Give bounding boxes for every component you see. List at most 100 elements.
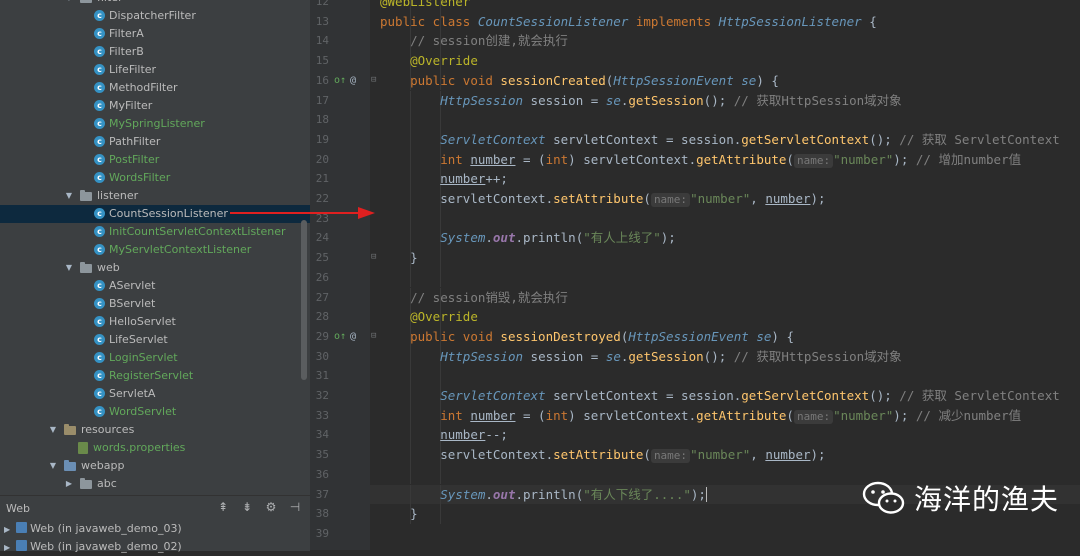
- tree-folder-item[interactable]: ▶ abc: [0, 475, 310, 493]
- tree-scrollbar[interactable]: [301, 220, 307, 380]
- tree-file-item[interactable]: c BServlet: [0, 295, 310, 313]
- code-token: (: [643, 447, 651, 463]
- tree-file-item[interactable]: c ServletA: [0, 385, 310, 403]
- gutter-line[interactable]: 38: [310, 504, 370, 524]
- gutter-line[interactable]: 17: [310, 91, 370, 111]
- code-line[interactable]: @Override: [370, 51, 1080, 71]
- code-line[interactable]: }: [370, 248, 1080, 268]
- code-line[interactable]: @WebListener: [370, 0, 1080, 12]
- collapse-all-icon[interactable]: ⇟: [240, 500, 254, 514]
- implements-method-icon[interactable]: o↑: [334, 327, 346, 347]
- gutter-line[interactable]: 24: [310, 228, 370, 248]
- tree-folder-item[interactable]: ▼ resources: [0, 421, 310, 439]
- gutter-line[interactable]: 39: [310, 524, 370, 544]
- code-line[interactable]: System.out.println("有人上线了");: [370, 228, 1080, 249]
- tree-file-item[interactable]: c PathFilter: [0, 133, 310, 151]
- collapse-arrow-icon[interactable]: ▼: [64, 259, 74, 277]
- code-token: HttpSessionListener: [718, 13, 862, 29]
- code-text: HttpSession session = se.getSession(); /…: [380, 93, 901, 108]
- gutter-line[interactable]: 13: [310, 12, 370, 32]
- tree-file-item[interactable]: c FilterA: [0, 25, 310, 43]
- tree-file-item[interactable]: c LifeFilter: [0, 61, 310, 79]
- code-line[interactable]: int number = (int) servletContext.getAtt…: [370, 405, 1080, 426]
- tree-file-item[interactable]: c InitCountServletContextListener: [0, 223, 310, 241]
- code-line[interactable]: [370, 366, 1080, 386]
- expand-arrow-icon[interactable]: ▶: [4, 525, 10, 534]
- gutter-line[interactable]: 12: [310, 0, 370, 12]
- tree-file-item[interactable]: c WordsFilter: [0, 169, 310, 187]
- tree-file-item[interactable]: c RegisterServlet: [0, 367, 310, 385]
- gutter-line[interactable]: 34: [310, 425, 370, 445]
- tree-file-item[interactable]: c LifeServlet: [0, 331, 310, 349]
- hide-icon[interactable]: ⊣: [288, 500, 302, 514]
- code-line[interactable]: int number = (int) servletContext.getAtt…: [370, 149, 1080, 170]
- collapse-arrow-icon[interactable]: ▼: [64, 0, 74, 7]
- code-line[interactable]: @Override: [370, 307, 1080, 327]
- tree-file-item[interactable]: c HelloServlet: [0, 313, 310, 331]
- gutter-line[interactable]: 32: [310, 386, 370, 406]
- gutter-line[interactable]: 28: [310, 307, 370, 327]
- code-line[interactable]: number--;: [370, 425, 1080, 446]
- code-line[interactable]: // session销毁,就会执行: [370, 287, 1080, 308]
- java-class-icon: c: [94, 226, 105, 237]
- gutter-line[interactable]: 27: [310, 288, 370, 308]
- tree-file-item[interactable]: c DispatcherFilter: [0, 7, 310, 25]
- code-line[interactable]: ServletContext servletContext = session.…: [370, 386, 1080, 406]
- tree-file-item[interactable]: c MyServletContextListener: [0, 241, 310, 259]
- annotation-marker-icon[interactable]: @: [350, 327, 356, 347]
- code-line[interactable]: ServletContext servletContext = session.…: [370, 129, 1080, 150]
- tree-file-item[interactable]: c MethodFilter: [0, 79, 310, 97]
- code-line[interactable]: servletContext.setAttribute(name: "number…: [370, 445, 1080, 465]
- gutter-line[interactable]: 30: [310, 347, 370, 367]
- gutter-line[interactable]: 20: [310, 150, 370, 170]
- tree-file-item[interactable]: c FilterB: [0, 43, 310, 61]
- gutter-line[interactable]: 26: [310, 268, 370, 288]
- code-line[interactable]: [370, 208, 1080, 229]
- code-line[interactable]: public void sessionDestroyed(HttpSession…: [370, 326, 1080, 347]
- gutter-line[interactable]: 19: [310, 130, 370, 150]
- tree-file-item[interactable]: c AServlet: [0, 277, 310, 295]
- expand-arrow-icon[interactable]: ▶: [64, 475, 74, 493]
- expand-arrow-icon[interactable]: ▶: [4, 543, 10, 552]
- gutter-line[interactable]: 35: [310, 445, 370, 465]
- gutter-line[interactable]: 18: [310, 110, 370, 130]
- code-editor[interactable]: */@WebListenerpublic class CountSessionL…: [370, 0, 1080, 550]
- code-line[interactable]: public void sessionCreated(HttpSessionEv…: [370, 70, 1080, 91]
- code-line[interactable]: number++;: [370, 169, 1080, 189]
- tree-file-item[interactable]: c PostFilter: [0, 151, 310, 169]
- gutter-line[interactable]: 33: [310, 406, 370, 426]
- tree-file-item[interactable]: c MyFilter: [0, 97, 310, 115]
- tree-folder-item[interactable]: ▼ webapp: [0, 457, 310, 475]
- expand-all-icon[interactable]: ⇞: [216, 500, 230, 514]
- implements-method-icon[interactable]: o↑: [334, 71, 346, 91]
- gutter-line[interactable]: 36: [310, 465, 370, 485]
- tree-folder-item[interactable]: ▼ web: [0, 259, 310, 277]
- gutter-line[interactable]: 14: [310, 31, 370, 51]
- collapse-arrow-icon[interactable]: ▼: [48, 457, 58, 475]
- tree-file-item[interactable]: c WordServlet: [0, 403, 310, 421]
- tree-folder-item[interactable]: ▼ listener: [0, 187, 310, 205]
- code-line[interactable]: [370, 267, 1080, 288]
- gutter-line[interactable]: 15: [310, 51, 370, 71]
- code-line[interactable]: HttpSession session = se.getSession(); /…: [370, 90, 1080, 111]
- code-line[interactable]: // session创建,就会执行: [370, 31, 1080, 52]
- tree-folder-item[interactable]: ▼ filter: [0, 0, 310, 7]
- web-run-item[interactable]: ▶ Web (in javaweb_demo_03): [0, 520, 182, 537]
- code-line[interactable]: HttpSession session = se.getSession(); /…: [370, 346, 1080, 367]
- tree-file-item[interactable]: words.properties: [0, 439, 310, 457]
- collapse-arrow-icon[interactable]: ▼: [64, 187, 74, 205]
- tree-file-item[interactable]: c LoginServlet: [0, 349, 310, 367]
- gutter-line[interactable]: 21: [310, 169, 370, 189]
- tree-file-item[interactable]: c MySpringListener: [0, 115, 310, 133]
- annotation-marker-icon[interactable]: @: [350, 71, 356, 91]
- code-line[interactable]: servletContext.setAttribute(name: "number…: [370, 189, 1080, 209]
- gutter-line[interactable]: 37: [310, 485, 370, 505]
- gutter-line[interactable]: 31: [310, 366, 370, 386]
- web-run-item[interactable]: ▶ Web (in javaweb_demo_02): [0, 538, 182, 555]
- gutter-line[interactable]: 25: [310, 248, 370, 268]
- collapse-arrow-icon[interactable]: ▼: [48, 421, 58, 439]
- code-line[interactable]: public class CountSessionListener implem…: [370, 11, 1080, 32]
- gear-icon[interactable]: ⚙: [264, 500, 278, 514]
- code-line[interactable]: [370, 110, 1080, 130]
